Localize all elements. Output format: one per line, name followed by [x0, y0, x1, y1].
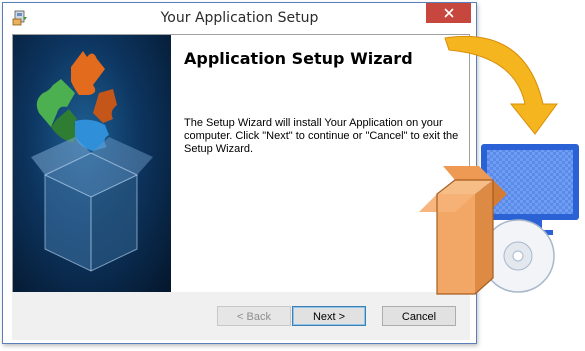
- page-title: Application Setup Wizard: [184, 49, 413, 68]
- back-button[interactable]: < Back: [217, 306, 291, 326]
- window-title: Your Application Setup: [160, 10, 319, 26]
- box-to-monitor-illustration: [419, 35, 579, 295]
- sidebar-banner: [13, 35, 171, 292]
- setup-window: Your Application Setup Application Setup…: [2, 2, 477, 344]
- title-bar[interactable]: Your Application Setup: [3, 3, 476, 33]
- wizard-content: Application Setup Wizard The Setup Wizar…: [12, 34, 470, 293]
- button-bar: < Back Next > Cancel: [12, 292, 470, 340]
- puzzle-box-illustration: [31, 51, 153, 272]
- cancel-button[interactable]: Cancel: [382, 306, 456, 326]
- close-button[interactable]: [426, 3, 471, 23]
- next-button[interactable]: Next >: [292, 306, 366, 326]
- close-icon: [443, 8, 454, 18]
